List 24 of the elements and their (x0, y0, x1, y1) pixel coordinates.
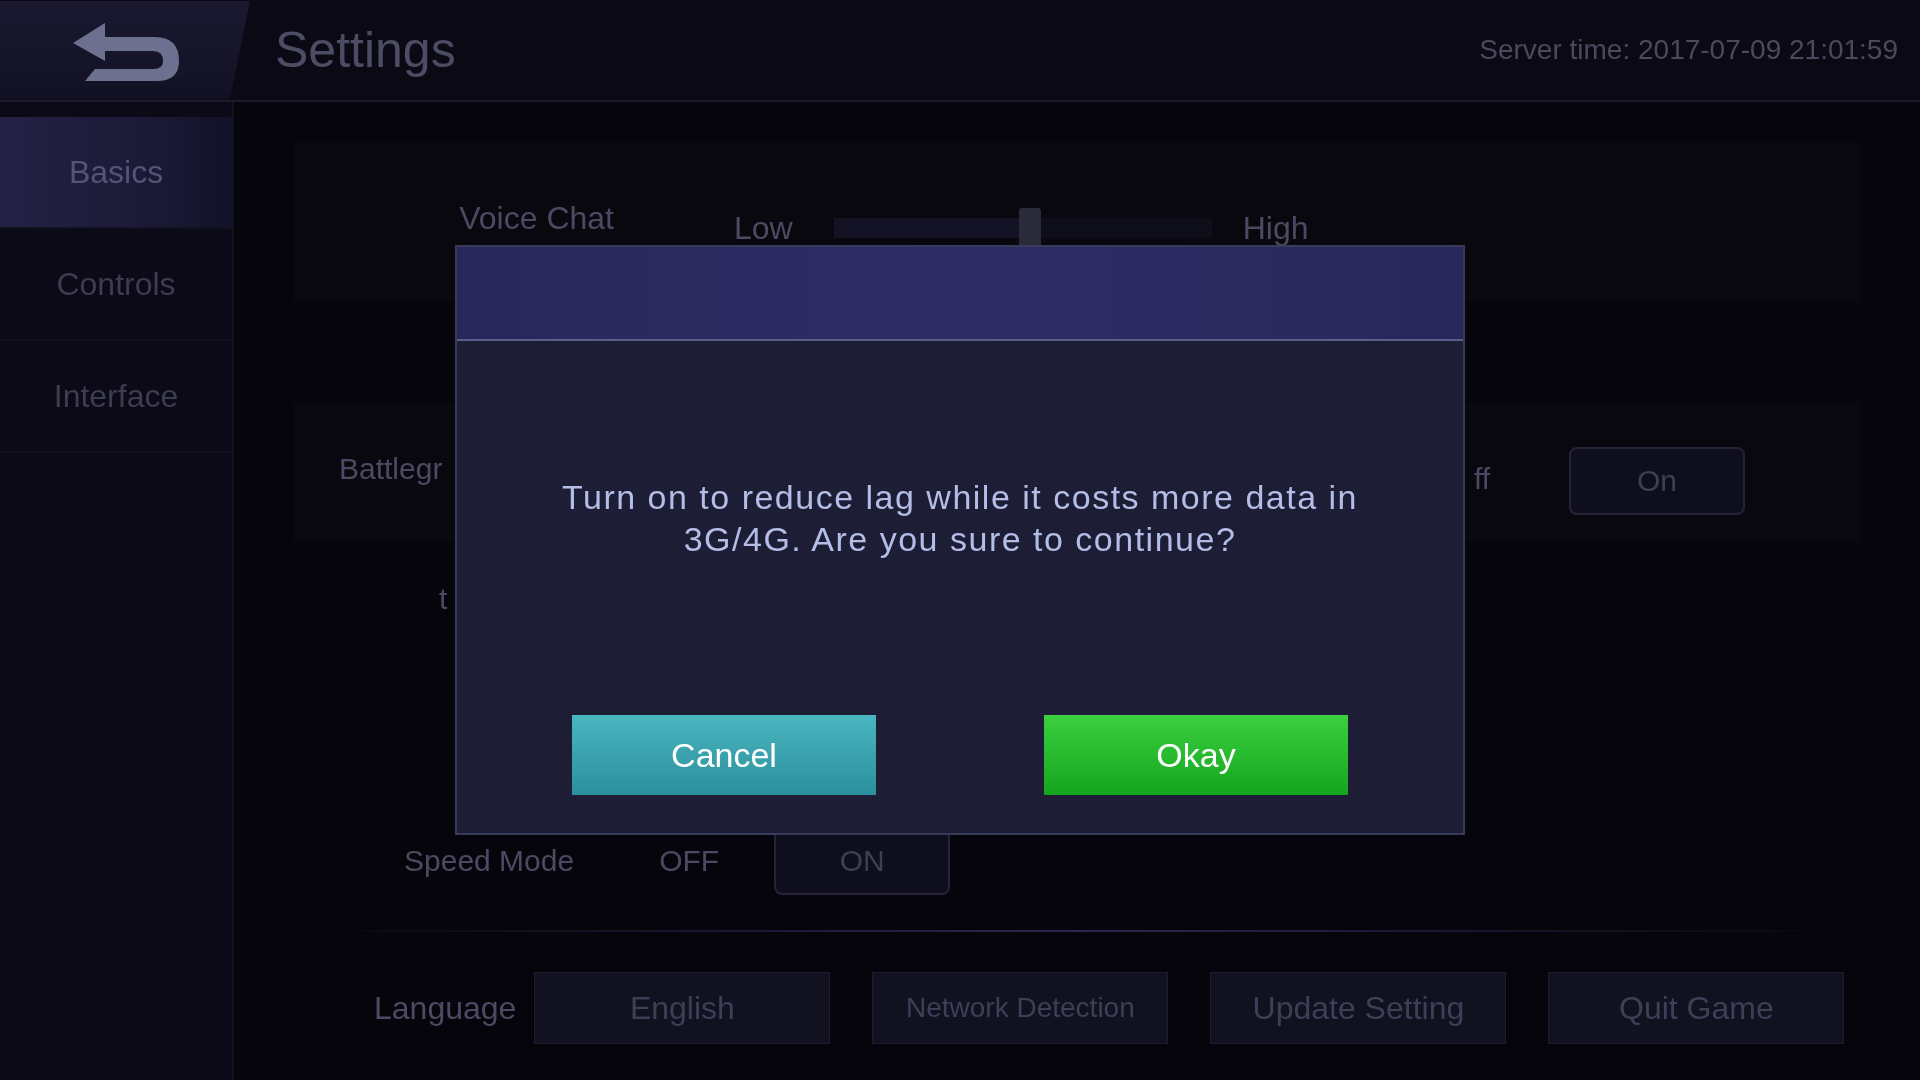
footer-button[interactable]: Quit Game (1548, 972, 1845, 1044)
server-time: Server time: 2017-07-09 21:01:59 (1479, 34, 1898, 66)
back-button[interactable] (0, 1, 250, 99)
sidebar-tab[interactable]: Interface (0, 341, 232, 453)
setting-label: t (439, 582, 448, 615)
toggle-option[interactable]: ff (1474, 462, 1514, 496)
footer-button[interactable]: English (534, 972, 831, 1044)
sidebar-tab[interactable]: Basics (0, 117, 232, 229)
setting-label: Voice Chat (458, 200, 614, 237)
slider-max-label: High (1242, 210, 1309, 247)
footer-button[interactable]: Network Detection (872, 972, 1169, 1044)
toggle-option[interactable]: OFF (659, 844, 720, 878)
footer-button[interactable]: Update Setting (1210, 972, 1507, 1044)
toggle-option[interactable]: On (1569, 447, 1745, 515)
setting-label: Battlegr (338, 452, 444, 486)
slider-thumb[interactable] (1019, 208, 1042, 248)
cancel-button[interactable]: Cancel (572, 715, 876, 795)
slider-min-label: Low (734, 210, 793, 247)
setting-label: Speed Mode (404, 844, 575, 878)
dialog-message: Turn on to reduce lag while it costs more data in 3G/4G. Are you sure to continue? (560, 477, 1360, 560)
sidebar-tab[interactable]: Controls (0, 229, 232, 341)
okay-button[interactable]: Okay (1044, 715, 1348, 795)
page-title: Settings (275, 21, 456, 79)
language-label: Language (374, 989, 517, 1027)
